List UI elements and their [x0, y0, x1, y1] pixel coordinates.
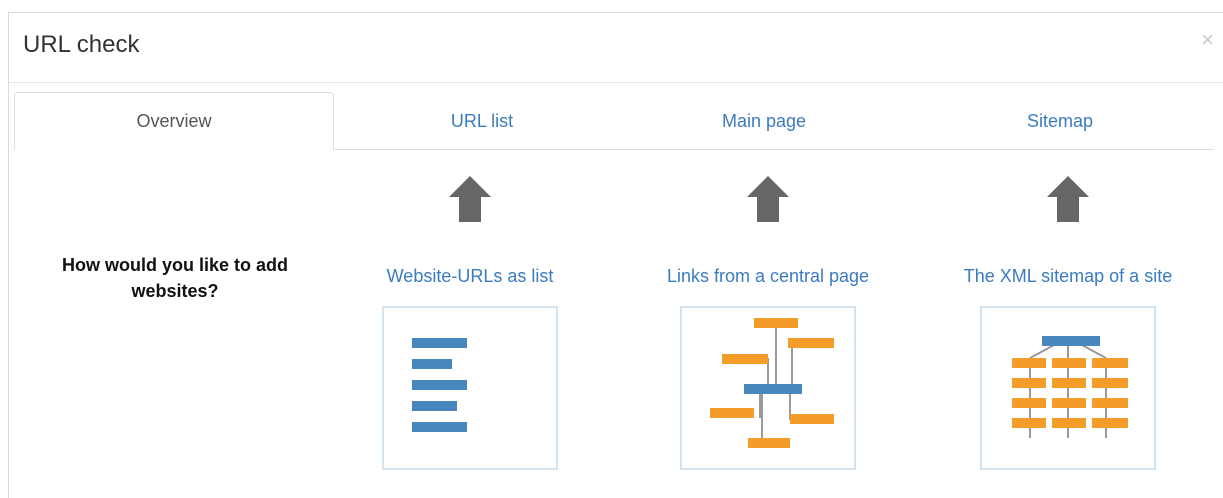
- arrow-up-icon: [449, 176, 491, 222]
- option-sitemap-title[interactable]: The XML sitemap of a site: [938, 266, 1198, 287]
- option-sitemap: The XML sitemap of a site: [938, 172, 1198, 287]
- arrow-up-icon: [1047, 176, 1089, 222]
- close-icon[interactable]: ×: [1201, 27, 1214, 53]
- option-url-list: Website-URLs as list: [340, 172, 600, 287]
- option-main-page-title[interactable]: Links from a central page: [638, 266, 898, 287]
- sitemap-grid-illustration-icon[interactable]: [980, 306, 1156, 470]
- tab-main-page[interactable]: Main page: [664, 92, 864, 150]
- tab-sitemap[interactable]: Sitemap: [960, 92, 1160, 150]
- option-main-page: Links from a central page: [638, 172, 898, 287]
- list-illustration-icon[interactable]: [382, 306, 558, 470]
- links-tree-illustration-icon[interactable]: [680, 306, 856, 470]
- arrow-up-icon: [747, 176, 789, 222]
- tab-url-list[interactable]: URL list: [382, 92, 582, 150]
- add-websites-question: How would you like to add websites?: [61, 255, 288, 301]
- tab-bar: Overview URL list Main page Sitemap: [14, 92, 1214, 150]
- dialog-title: URL check: [23, 31, 140, 58]
- dialog-header: URL check ×: [9, 13, 1223, 83]
- tab-overview[interactable]: Overview: [14, 92, 334, 150]
- option-url-list-title[interactable]: Website-URLs as list: [340, 266, 600, 287]
